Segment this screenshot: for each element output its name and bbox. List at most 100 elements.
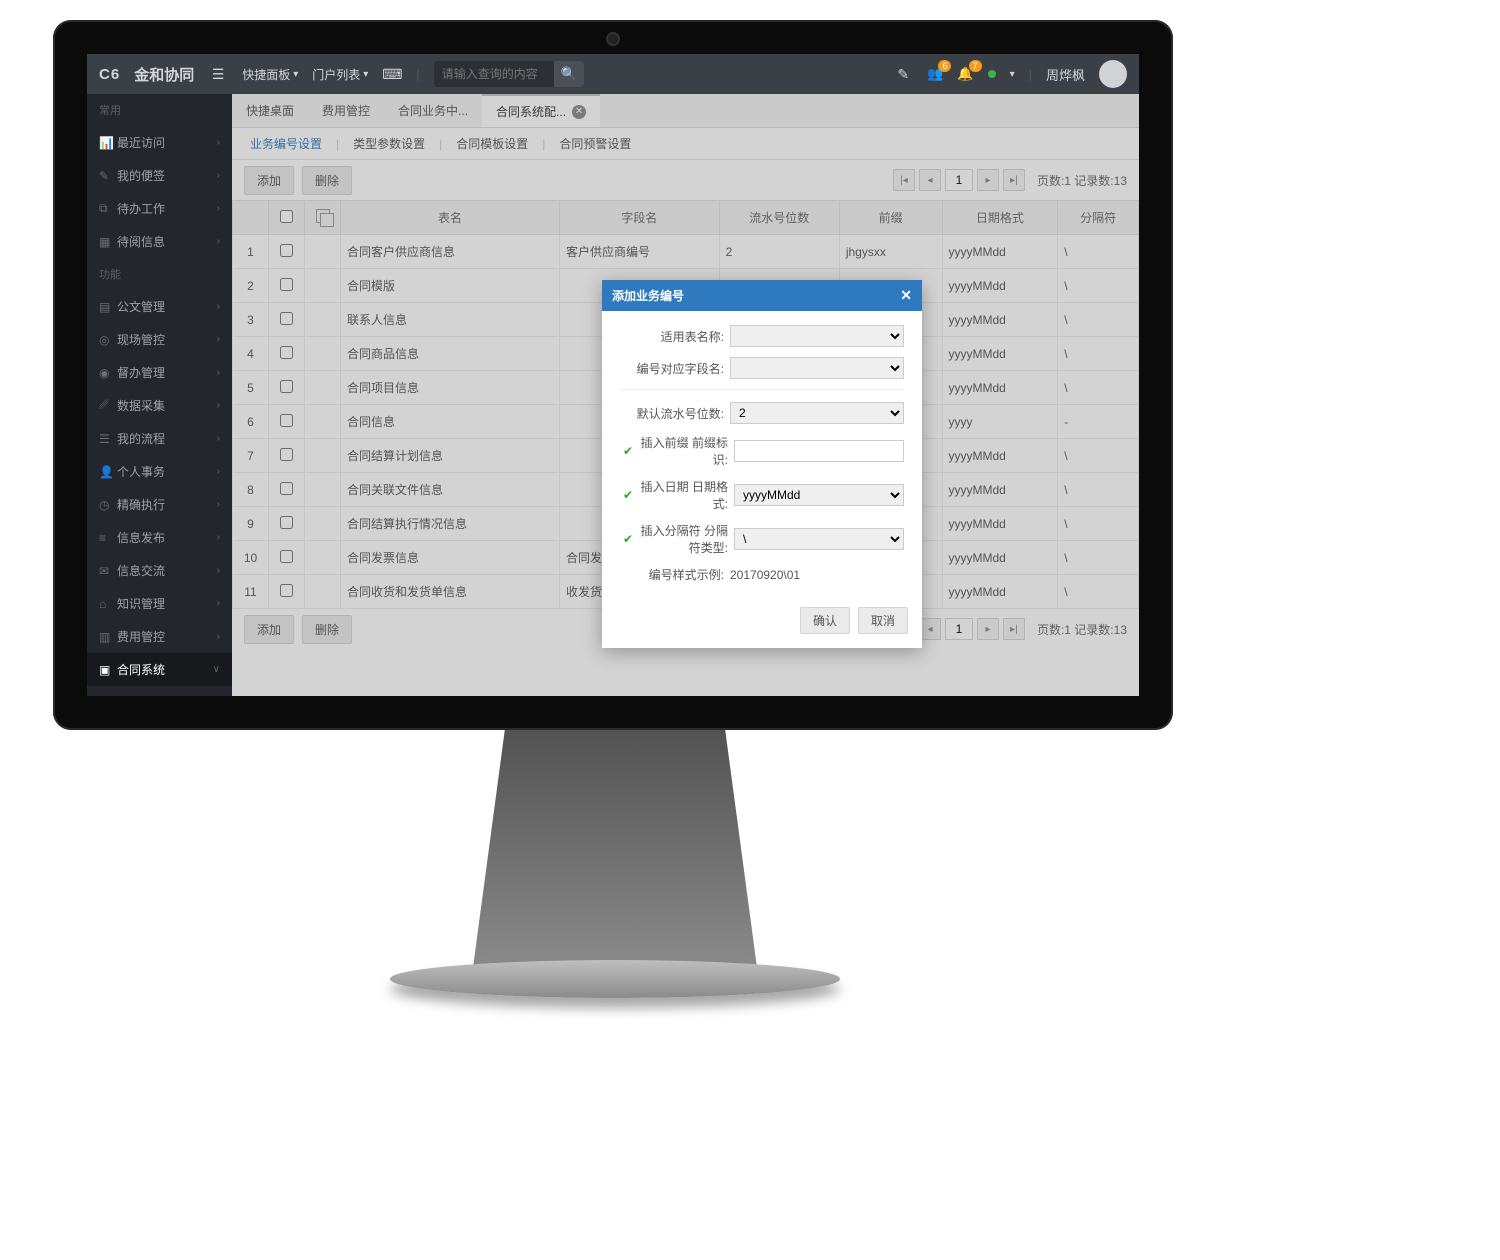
- sidebar-item[interactable]: ✎我的便签›: [87, 159, 232, 192]
- sidebar-item-icon: ◉: [99, 366, 117, 380]
- sidebar-item-label: 我的便签: [117, 167, 217, 184]
- sidebar-item-label: 个人事务: [117, 463, 217, 480]
- check-date-icon[interactable]: ✔: [620, 488, 636, 502]
- modal-body: 适用表名称: 编号对应字段名: 默认流水号位数: 2 ✔ 插入前缀 前缀标: [602, 311, 922, 607]
- check-prefix-icon[interactable]: ✔: [620, 444, 636, 458]
- search-input[interactable]: [434, 67, 554, 81]
- portal-list-dropdown[interactable]: 门户列表: [312, 66, 368, 83]
- sidebar-item[interactable]: 👤个人事务›: [87, 455, 232, 488]
- monitor-stand-base: [390, 960, 840, 998]
- camera-dot: [608, 34, 618, 44]
- chevron-icon: ›: [217, 137, 220, 148]
- chevron-icon: ›: [217, 367, 220, 378]
- select-separator[interactable]: \: [734, 528, 904, 550]
- quick-panel-dropdown[interactable]: 快捷面板: [242, 66, 298, 83]
- sidebar-item[interactable]: ␥数据采集›: [87, 389, 232, 422]
- label-field-name: 编号对应字段名:: [620, 360, 730, 377]
- display-icon[interactable]: ⌨: [382, 66, 402, 83]
- add-biz-number-modal: 添加业务编号 ✕ 适用表名称: 编号对应字段名: 默认流水号位数:: [602, 280, 922, 648]
- status-dot-icon[interactable]: [988, 70, 996, 78]
- sidebar-item-icon: ▤: [99, 696, 117, 697]
- modal-ok-button[interactable]: 确认: [800, 607, 850, 634]
- chevron-icon: ›: [217, 565, 220, 576]
- select-table-name[interactable]: [730, 325, 904, 347]
- modal-cancel-button[interactable]: 取消: [858, 607, 908, 634]
- modal-title: 添加业务编号: [612, 287, 684, 304]
- sidebar-item[interactable]: 📊最近访问›: [87, 126, 232, 159]
- sidebar: 常用 📊最近访问›✎我的便签›⧉待办工作›▦待阅信息› 功能 ▤公文管理›◎现场…: [87, 94, 232, 696]
- username[interactable]: 周烨枫: [1046, 65, 1085, 84]
- sidebar-item[interactable]: ▦待阅信息›: [87, 225, 232, 258]
- sidebar-item-icon: ◷: [99, 498, 117, 512]
- sidebar-item-label: 待阅信息: [117, 233, 217, 250]
- label-date-fmt: 插入日期 日期格式:: [640, 478, 734, 512]
- wand-icon[interactable]: ✎: [893, 66, 913, 83]
- sidebar-item-icon: ⌂: [99, 597, 117, 611]
- sidebar-item[interactable]: ◷精确执行›: [87, 488, 232, 521]
- sidebar-item-label: 项目管理: [117, 694, 217, 696]
- sidebar-item[interactable]: ☰我的流程›: [87, 422, 232, 455]
- search-button[interactable]: 🔍: [554, 61, 584, 87]
- sidebar-item[interactable]: ▤项目管理›: [87, 686, 232, 696]
- search-box: 🔍: [434, 61, 584, 87]
- chevron-icon: ›: [217, 466, 220, 477]
- chevron-icon: ›: [217, 532, 220, 543]
- select-date-fmt[interactable]: yyyyMMdd: [734, 484, 904, 506]
- sidebar-item[interactable]: ≡信息发布›: [87, 521, 232, 554]
- chevron-icon: ›: [217, 170, 220, 181]
- sidebar-item-icon: ✉: [99, 564, 117, 578]
- notif-bell-icon[interactable]: 🔔7: [957, 66, 973, 82]
- sidebar-item[interactable]: ▤公文管理›: [87, 290, 232, 323]
- sidebar-item-icon: ▦: [99, 235, 117, 249]
- search-icon: 🔍: [561, 66, 577, 82]
- label-separator: 插入分隔符 分隔符类型:: [640, 522, 734, 556]
- sidebar-item[interactable]: ▥费用管控›: [87, 620, 232, 653]
- avatar[interactable]: [1099, 60, 1127, 88]
- sidebar-item-icon: ☰: [99, 432, 117, 446]
- sidebar-item-label: 信息交流: [117, 562, 217, 579]
- label-prefix: 插入前缀 前缀标识:: [640, 434, 734, 468]
- chevron-icon: ∨: [213, 664, 220, 675]
- sidebar-item-icon: ≡: [99, 531, 117, 545]
- chevron-icon: ›: [217, 236, 220, 247]
- select-default-digits[interactable]: 2: [730, 402, 904, 424]
- sidebar-item[interactable]: ⧉待办工作›: [87, 192, 232, 225]
- modal-header: 添加业务编号 ✕: [602, 280, 922, 311]
- label-example: 编号样式示例:: [620, 566, 730, 583]
- chevron-icon: ›: [217, 598, 220, 609]
- sidebar-item-icon: ⧉: [99, 201, 117, 216]
- screen: C6 金和协同 ☰ 快捷面板 门户列表 ⌨ | 🔍 ✎ 👥6 🔔7 ▾ | 周烨…: [87, 54, 1139, 696]
- check-sep-icon[interactable]: ✔: [620, 532, 636, 546]
- sidebar-item-label: 现场管控: [117, 331, 217, 348]
- sidebar-item[interactable]: ✉信息交流›: [87, 554, 232, 587]
- badge-count-1: 6: [938, 60, 951, 72]
- logo-c6: C6: [99, 66, 120, 83]
- notif-people-icon[interactable]: 👥6: [927, 66, 943, 82]
- sidebar-item-label: 知识管理: [117, 595, 217, 612]
- sidebar-item-label: 合同系统: [117, 661, 213, 678]
- sidebar-item-label: 信息发布: [117, 529, 217, 546]
- select-field-name[interactable]: [730, 357, 904, 379]
- sidebar-item[interactable]: ◉督办管理›: [87, 356, 232, 389]
- sidebar-item[interactable]: ◎现场管控›: [87, 323, 232, 356]
- sidebar-item[interactable]: ⌂知识管理›: [87, 587, 232, 620]
- badge-count-2: 7: [969, 60, 982, 72]
- sidebar-group-common: 常用: [87, 94, 232, 126]
- monitor-frame: C6 金和协同 ☰ 快捷面板 门户列表 ⌨ | 🔍 ✎ 👥6 🔔7 ▾ | 周烨…: [53, 20, 1173, 730]
- sidebar-item[interactable]: ▣合同系统∨: [87, 653, 232, 686]
- chevron-icon: ›: [217, 203, 220, 214]
- chevron-icon: ›: [217, 499, 220, 510]
- menu-toggle-icon[interactable]: ☰: [208, 66, 228, 83]
- modal-close-icon[interactable]: ✕: [900, 287, 912, 304]
- modal-footer: 确认 取消: [602, 607, 922, 648]
- sidebar-item-icon: 👤: [99, 465, 117, 479]
- sidebar-item-label: 我的流程: [117, 430, 217, 447]
- sidebar-item-icon: ▣: [99, 663, 117, 677]
- sidebar-item-label: 费用管控: [117, 628, 217, 645]
- sidebar-item-icon: 📊: [99, 136, 117, 150]
- input-prefix[interactable]: [734, 440, 904, 462]
- sidebar-item-label: 待办工作: [117, 200, 217, 217]
- label-table-name: 适用表名称:: [620, 328, 730, 345]
- topbar: C6 金和协同 ☰ 快捷面板 门户列表 ⌨ | 🔍 ✎ 👥6 🔔7 ▾ | 周烨…: [87, 54, 1139, 94]
- chevron-icon: ›: [217, 301, 220, 312]
